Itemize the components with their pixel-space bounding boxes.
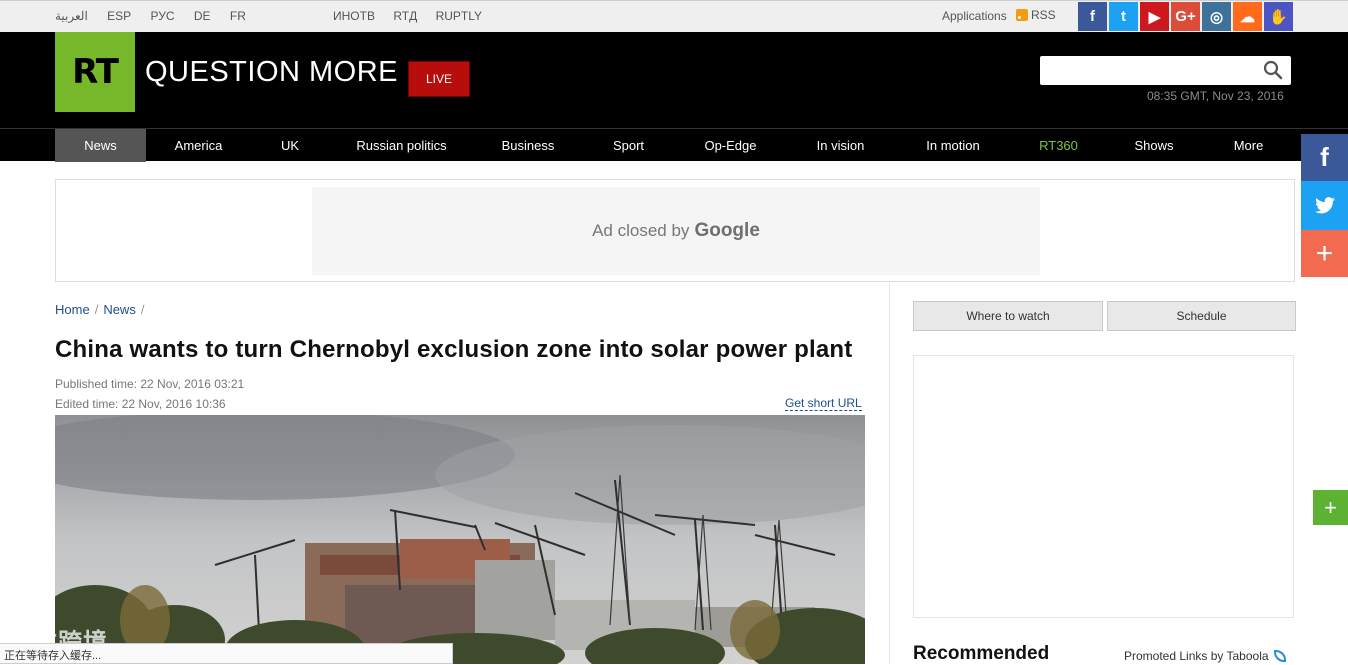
taboola-link[interactable]: Promoted Links by Taboola (1124, 649, 1286, 663)
twitter-icon (1314, 196, 1335, 213)
plus-icon: + (1315, 236, 1334, 270)
breadcrumb-news[interactable]: News (103, 302, 136, 317)
sidebar-ad-box (913, 355, 1294, 618)
logo-text: RT (72, 52, 119, 92)
search-input[interactable] (1040, 56, 1260, 85)
nav-item-rt360[interactable]: RT360 (1011, 129, 1106, 162)
instagram-icon[interactable]: ◎ (1202, 2, 1231, 31)
share-twitter-button[interactable] (1301, 181, 1348, 230)
lang-link-fr[interactable]: FR (230, 9, 246, 23)
top-bar: العربية ESP РУС DE FR ИНОТВ RTД RUPTLY A… (0, 0, 1348, 32)
current-datetime: 08:35 GMT, Nov 23, 2016 (1147, 89, 1284, 103)
article-title: China wants to turn Chernobyl exclusion … (55, 336, 853, 363)
add-share-button[interactable]: + (1313, 490, 1348, 525)
recommended-heading: Recommended (913, 643, 1050, 664)
slogan: QUESTION MORE (145, 56, 399, 88)
applications-link[interactable]: Applications (942, 9, 1007, 23)
edited-time: Edited time: 22 Nov, 2016 10:36 (55, 397, 226, 411)
nav-item-america[interactable]: America (146, 129, 251, 162)
partner-link-ruptly[interactable]: RUPTLY (436, 9, 482, 23)
lang-link-arabic[interactable]: العربية (55, 9, 88, 23)
column-divider (889, 283, 890, 664)
site-header: RT QUESTION MORE LIVE 08:35 GMT, Nov 23,… (0, 32, 1348, 128)
rss-icon (1016, 9, 1028, 21)
youtube-icon[interactable]: ▶ (1140, 2, 1169, 31)
twitter-icon[interactable]: t (1109, 2, 1138, 31)
article-photo (55, 415, 865, 664)
live-button[interactable]: LIVE (408, 61, 470, 97)
lang-link-esp[interactable]: ESP (107, 9, 131, 23)
lang-link-de[interactable]: DE (194, 9, 211, 23)
plus-icon: + (1324, 494, 1337, 520)
google-plus-icon[interactable]: G+ (1171, 2, 1200, 31)
nav-item-shows[interactable]: Shows (1106, 129, 1202, 162)
nav-item-more[interactable]: More (1202, 129, 1295, 162)
nav-item-news[interactable]: News (55, 129, 146, 162)
breadcrumb: Home / News / (55, 302, 149, 317)
nav-item-business[interactable]: Business (474, 129, 582, 162)
nav-item-op-edge[interactable]: Op-Edge (675, 129, 786, 162)
language-links: العربية ESP РУС DE FR (55, 9, 262, 23)
breadcrumb-home[interactable]: Home (55, 302, 90, 317)
where-to-watch-button[interactable]: Where to watch (913, 301, 1103, 331)
ad-banner: Ad closed by Google (55, 179, 1295, 282)
nav-item-uk[interactable]: UK (251, 129, 329, 162)
partner-link-inotv[interactable]: ИНОТВ (333, 9, 375, 23)
nav-item-in-motion[interactable]: In motion (895, 129, 1011, 162)
browser-status-bar: 正在等待存入缓存... (0, 643, 453, 664)
breadcrumb-separator: / (94, 302, 99, 317)
schedule-button[interactable]: Schedule (1107, 301, 1296, 331)
rss-label: RSS (1031, 8, 1056, 22)
published-time: Published time: 22 Nov, 2016 03:21 (55, 377, 245, 391)
partner-links: ИНОТВ RTД RUPTLY (333, 9, 497, 23)
google-logo: Google (694, 220, 760, 241)
nav-item-sport[interactable]: Sport (582, 129, 675, 162)
ad-closed-text: Ad closed by (592, 221, 690, 240)
facebook-icon: f (1320, 142, 1329, 172)
nav-item-russian-politics[interactable]: Russian politics (329, 129, 474, 162)
taboola-label: Promoted Links by Taboola (1124, 649, 1269, 663)
chernobyl-plant-photo (55, 415, 865, 664)
share-facebook-button[interactable]: f (1301, 134, 1348, 181)
lang-link-rus[interactable]: РУС (151, 9, 175, 23)
social-links: f t ▶ G+ ◎ ☁ ✋ (1078, 2, 1293, 31)
rt-logo[interactable]: RT (55, 32, 135, 112)
ad-closed-notice: Ad closed by Google (312, 187, 1040, 275)
rss-link[interactable]: RSS (1016, 8, 1056, 22)
share-more-button[interactable]: + (1301, 230, 1348, 277)
get-short-url-link[interactable]: Get short URL (785, 396, 862, 411)
search-box (1040, 56, 1291, 85)
nav-item-in-vision[interactable]: In vision (786, 129, 895, 162)
taboola-icon (1273, 650, 1286, 662)
main-nav: News America UK Russian politics Business Spo… (0, 128, 1348, 162)
search-icon[interactable] (1263, 60, 1283, 80)
breadcrumb-separator: / (140, 302, 145, 317)
rt-hand-icon[interactable]: ✋ (1264, 2, 1293, 31)
partner-link-rtd[interactable]: RTД (393, 9, 417, 23)
soundcloud-icon[interactable]: ☁ (1233, 2, 1262, 31)
facebook-icon[interactable]: f (1078, 2, 1107, 31)
